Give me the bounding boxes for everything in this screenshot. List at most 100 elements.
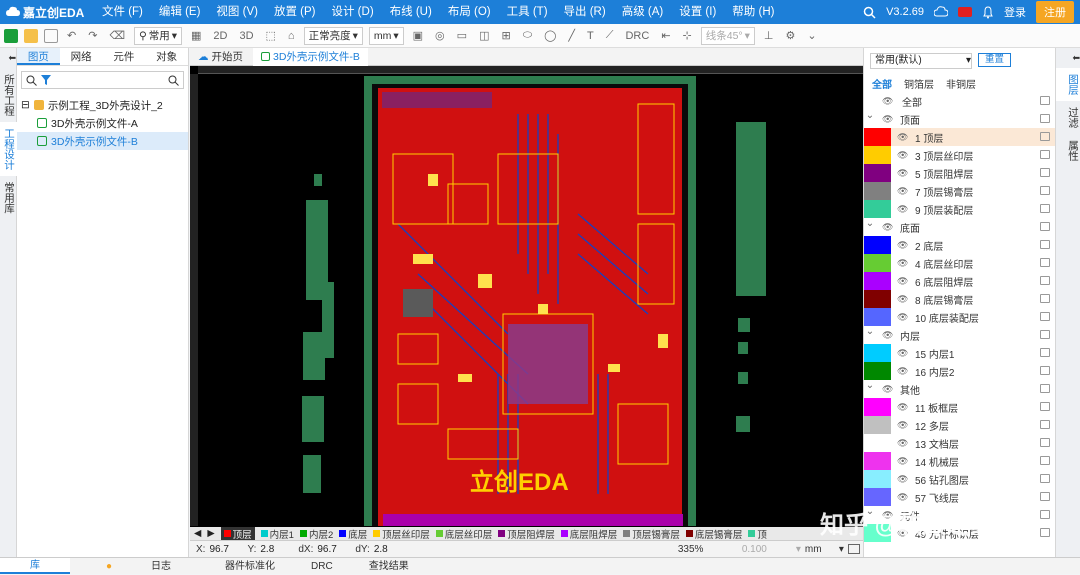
lock-icon[interactable] xyxy=(1040,402,1050,411)
grid-size[interactable]: 0.100 xyxy=(742,544,792,555)
lock-icon[interactable] xyxy=(1040,294,1050,303)
menu-item[interactable]: 设计 (D) xyxy=(323,0,381,24)
fill-icon[interactable]: ⬭ xyxy=(520,29,535,42)
search-input[interactable] xyxy=(21,71,184,89)
layer-color-swatch[interactable] xyxy=(864,452,891,470)
collapse-icon[interactable]: ⌄ xyxy=(864,218,876,236)
tab-components[interactable]: 元件 xyxy=(103,48,146,65)
collapse-icon[interactable]: ⌄ xyxy=(864,326,876,344)
menu-item[interactable]: 工具 (T) xyxy=(499,0,556,24)
layer-tab[interactable]: 顶层锡膏层 xyxy=(623,527,680,540)
board-check-icon[interactable]: ▣ xyxy=(410,29,426,42)
status-unit[interactable]: mm xyxy=(805,544,835,555)
lock-icon[interactable] xyxy=(1040,258,1050,267)
lock-icon[interactable] xyxy=(1040,456,1050,465)
eye-icon[interactable]: 👁 xyxy=(897,186,909,197)
sidebar-tab-project-design[interactable]: 工程设计 xyxy=(0,121,17,176)
text-icon[interactable]: T xyxy=(584,30,597,42)
filter-dropdown[interactable]: ⚲ 常用 ▾ xyxy=(134,26,182,45)
eye-icon[interactable]: 👁 xyxy=(897,348,909,359)
eye-icon[interactable]: 👁 xyxy=(897,492,909,503)
cloud-sync-icon[interactable] xyxy=(934,6,948,18)
save-icon[interactable] xyxy=(44,28,58,43)
lock-icon[interactable] xyxy=(1040,276,1050,285)
layer-preset-dropdown[interactable]: 常用(默认) ▾ xyxy=(870,53,972,69)
undo-icon[interactable]: ↶ xyxy=(64,29,79,42)
layer-row[interactable]: 👁 10 底层装配层 xyxy=(864,308,1056,326)
select-icon[interactable]: ⬚ xyxy=(263,29,279,42)
align-icon[interactable]: ⊞ xyxy=(498,29,513,42)
grid-icon[interactable]: ▦ xyxy=(188,29,204,42)
board-view-icon[interactable]: ⌂ xyxy=(285,30,298,42)
eye-icon[interactable]: 👁 xyxy=(897,366,909,377)
layer-color-swatch[interactable] xyxy=(864,416,891,434)
layer-color-swatch[interactable] xyxy=(864,488,891,506)
eye-icon[interactable]: 👁 xyxy=(882,96,894,107)
register-button[interactable]: 注册 xyxy=(1036,1,1074,23)
tab-nets[interactable]: 网络 xyxy=(60,48,103,65)
distribute-icon[interactable]: ⊥ xyxy=(761,29,777,42)
lock-icon[interactable] xyxy=(1040,438,1050,447)
lock-icon[interactable] xyxy=(1040,240,1050,249)
layer-row[interactable]: 👁 2 底层 xyxy=(864,236,1056,254)
layer-row[interactable]: 👁 8 底层锡膏层 xyxy=(864,290,1056,308)
layer-row[interactable]: 👁 56 钻孔图层 xyxy=(864,470,1056,488)
snap-icon[interactable]: ⊹ xyxy=(680,29,695,42)
pcb-canvas[interactable]: 立创EDA xyxy=(198,74,863,526)
layer-row[interactable]: 👁 7 顶层锡膏层 xyxy=(864,182,1056,200)
filter-icon[interactable] xyxy=(41,74,51,86)
tab-search-results[interactable]: 查找结果 xyxy=(351,558,427,574)
filter-non-copper[interactable]: 非铜层 xyxy=(946,76,976,91)
lock-icon[interactable] xyxy=(1040,150,1050,159)
new-file-icon[interactable] xyxy=(4,28,18,43)
login-link[interactable]: 登录 xyxy=(1004,4,1026,20)
layer-color-swatch[interactable] xyxy=(864,290,891,308)
layer-row[interactable]: 👁 16 内层2 xyxy=(864,362,1056,380)
lock-icon[interactable] xyxy=(1040,348,1050,357)
zoom-level[interactable]: 335% xyxy=(678,544,738,555)
menu-item[interactable]: 布局 (O) xyxy=(440,0,499,24)
menu-item[interactable]: 帮助 (H) xyxy=(724,0,782,24)
lock-icon[interactable] xyxy=(1040,330,1050,339)
tab-library[interactable]: 库 xyxy=(0,558,70,574)
collapse-icon[interactable]: ⊟ xyxy=(21,99,30,111)
layer-color-swatch[interactable] xyxy=(864,308,891,326)
eye-icon[interactable]: 👁 xyxy=(897,168,909,179)
layer-color-swatch[interactable] xyxy=(864,362,891,380)
view-2d-button[interactable]: 2D xyxy=(210,30,230,42)
layer-row[interactable]: 👁 4 底层丝印层 xyxy=(864,254,1056,272)
eye-icon[interactable]: 👁 xyxy=(897,276,909,287)
layer-color-swatch[interactable] xyxy=(864,254,891,272)
eye-icon[interactable]: 👁 xyxy=(897,150,909,161)
menu-item[interactable]: 放置 (P) xyxy=(266,0,324,24)
eye-icon[interactable]: 👁 xyxy=(897,312,909,323)
clear-icon[interactable]: ⌫ xyxy=(106,29,128,42)
lock-icon[interactable] xyxy=(1040,366,1050,375)
layer-color-swatch[interactable] xyxy=(864,470,891,488)
layer-row[interactable]: 👁 6 底层阻焊层 xyxy=(864,272,1056,290)
layer-tab[interactable]: 底层阻焊层 xyxy=(560,527,617,540)
filter-all[interactable]: 全部 xyxy=(872,76,892,91)
layer-color-swatch[interactable] xyxy=(864,128,891,146)
measure-icon[interactable]: ⇤ xyxy=(658,29,673,42)
layer-row[interactable]: 👁 14 机械层 xyxy=(864,452,1056,470)
layer-row[interactable]: 👁 11 板框层 xyxy=(864,398,1056,416)
menu-item[interactable]: 编辑 (E) xyxy=(151,0,209,24)
layer-row[interactable]: 👁 57 飞线层 xyxy=(864,488,1056,506)
more-chevron-icon[interactable]: ⌄ xyxy=(804,29,819,42)
lock-icon[interactable] xyxy=(1040,312,1050,321)
lock-icon[interactable] xyxy=(1040,204,1050,213)
component-icon[interactable]: ▭ xyxy=(454,29,470,42)
layer-row[interactable]: 👁 13 文档层 xyxy=(864,434,1056,452)
layer-color-swatch[interactable] xyxy=(864,200,891,218)
layer-tab[interactable]: 内层2 xyxy=(299,527,333,540)
pad-icon[interactable]: ◫ xyxy=(476,29,492,42)
reset-button[interactable]: 重置 xyxy=(978,53,1012,67)
chevron-down-icon[interactable]: ▾ xyxy=(796,544,801,555)
lock-icon[interactable] xyxy=(1040,528,1050,537)
via-icon[interactable]: ◎ xyxy=(432,29,448,42)
sidebar-tab-all-projects[interactable]: 所有工程 xyxy=(0,68,17,122)
snap-toggle-icon[interactable] xyxy=(847,544,860,554)
drc-button[interactable]: DRC xyxy=(622,30,652,42)
tab-device-standardization[interactable]: 器件标准化 xyxy=(207,558,293,574)
